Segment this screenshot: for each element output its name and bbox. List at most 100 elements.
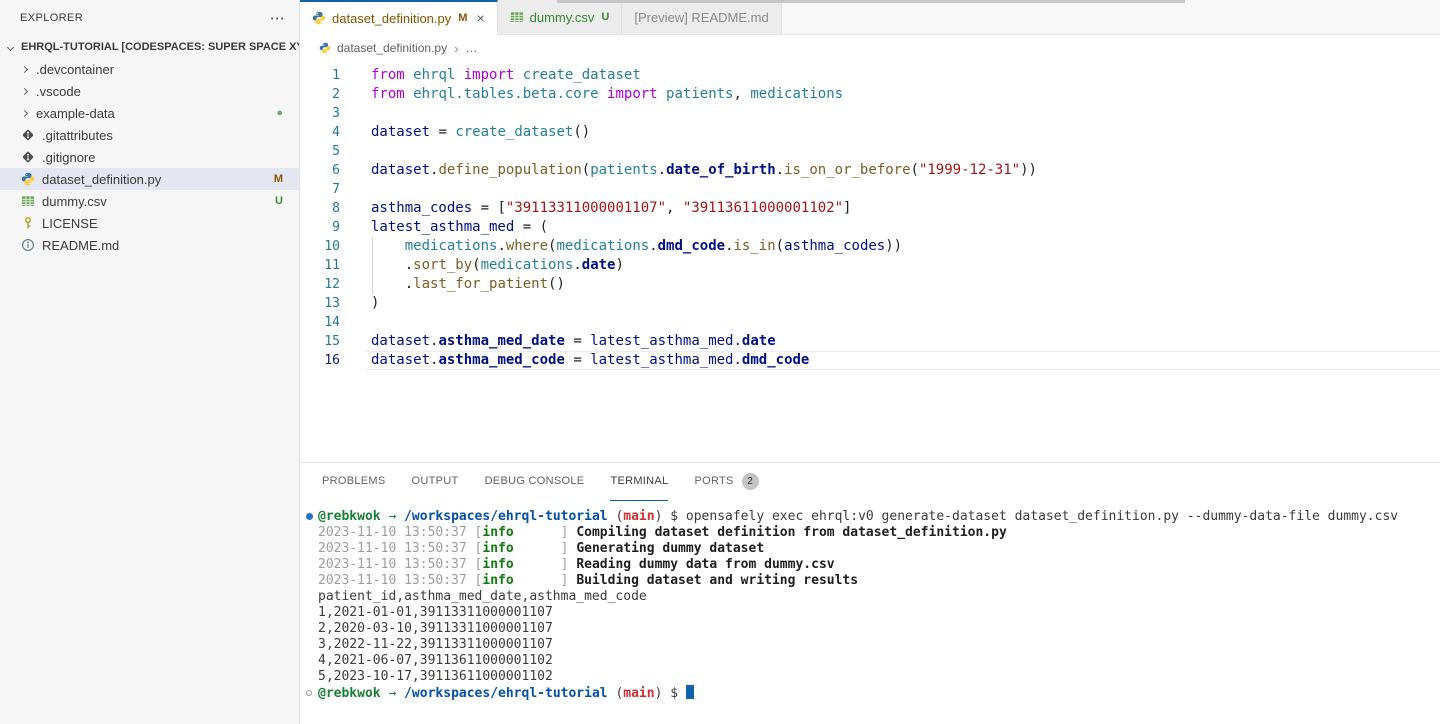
tree-item-gitignore[interactable]: .gitignore [0,146,299,168]
code-line[interactable]: 2from ehrql.tables.beta.core import pati… [300,85,1440,104]
code-line[interactable]: 3 [300,104,1440,123]
key-icon [20,216,36,230]
tree-item-example-data[interactable]: example-data ● [0,102,299,124]
code-line[interactable]: 11 .sort_by(medications.date) [300,256,1440,275]
code-line[interactable]: 9latest_asthma_med = ( [300,218,1440,237]
code-line[interactable]: 1from ehrql import create_dataset [300,66,1440,85]
code-text: ) [371,294,379,313]
code-line[interactable]: 5 [300,142,1440,161]
info-icon [20,238,36,252]
explorer-more-actions-icon[interactable]: ⋯ [270,11,285,26]
tab-dummy-csv[interactable]: dummy.csv U [498,0,623,34]
terminal-line: 4,2021-06-07,39113611000001102 [318,653,1440,669]
code-text: dataset.asthma_med_code = latest_asthma_… [371,351,809,370]
tree-item-vscode[interactable]: .vscode [0,80,299,102]
code-line[interactable]: 13) [300,294,1440,313]
vscode-window: EXPLORER ⋯ EHRQL-TUTORIAL [CODESPACES: S… [0,0,1440,724]
terminal-line: 3,2022-11-22,39113311000001107 [318,637,1440,653]
file-name: .vscode [36,84,283,99]
code-line[interactable]: 16dataset.asthma_med_code = latest_asthm… [300,351,1440,370]
git-changes-dot: ● [276,107,283,119]
python-icon [20,172,36,186]
tree-item-dummy-csv[interactable]: dummy.csvU [0,190,299,212]
tree-item-gitattributes[interactable]: .gitattributes [0,124,299,146]
csv-icon [20,194,36,208]
code-editor[interactable]: 1from ehrql import create_dataset2from e… [300,61,1440,462]
terminal[interactable]: @rebkwok → /workspaces/ehrql-tutorial (m… [300,501,1440,724]
terminal-line: 2023-11-10 13:50:37 [info ] Compiling da… [318,525,1440,541]
panel-tab-label: OUTPUT [412,475,459,487]
code-text: .sort_by(medications.date) [371,256,624,275]
code-line[interactable]: 15 dataset.asthma_med_date = latest_asthm… [300,332,1440,351]
line-number: 10 [300,237,340,256]
terminal-line: @rebkwok → /workspaces/ehrql-tutorial (m… [318,685,1440,701]
code-line[interactable]: 14 [300,313,1440,332]
tab-preview-readme-md[interactable]: [Preview] README.md [622,0,781,34]
code-line[interactable]: 6dataset.define_population(patients.date… [300,161,1440,180]
chevron-right-icon [21,87,28,94]
code-line[interactable]: 8asthma_codes = ["39113311000001107", "3… [300,199,1440,218]
panel-tab-output[interactable]: OUTPUT [412,463,459,501]
command-pending-circle-icon[interactable] [306,690,312,696]
terminal-cursor [686,685,694,699]
git-status-badge: M [458,12,467,24]
file-name: example-data [36,106,268,121]
code-text: from ehrql import create_dataset [371,66,641,85]
editor-area: dataset_definition.py M × dummy.csv U [Previe… [300,0,1440,724]
line-number: 13 [300,294,340,313]
code-text: from ehrql.tables.beta.core import patie… [371,85,843,104]
ports-count-badge: 2 [742,473,759,490]
file-name: .gitignore [42,150,283,165]
csv-icon [510,10,524,24]
tab-dataset-definition-py[interactable]: dataset_definition.py M × [300,0,498,34]
explorer-sidebar: EXPLORER ⋯ EHRQL-TUTORIAL [CODESPACES: S… [0,0,300,724]
breadcrumb-file[interactable]: dataset_definition.py [337,41,447,55]
git-icon [20,128,36,142]
line-number: 12 [300,275,340,294]
line-number: 3 [300,104,340,123]
command-success-dot-icon[interactable] [306,513,313,520]
panel-tabbar: PROBLEMS OUTPUT DEBUG CONSOLE TERMINAL PORTS… [300,463,1440,501]
code-line[interactable]: 12 .last_for_patient() [300,275,1440,294]
tree-item-devcontainer[interactable]: .devcontainer [0,58,299,80]
bottom-panel: PROBLEMS OUTPUT DEBUG CONSOLE TERMINAL PORTS… [300,462,1440,724]
breadcrumb-separator: › [454,41,458,56]
line-number: 11 [300,256,340,275]
tree-item-dataset-definition-py[interactable]: dataset_definition.pyM [0,168,299,190]
tree-item-readme-md[interactable]: README.md [0,234,299,256]
breadcrumb-symbol-path[interactable]: … [465,41,477,55]
git-status-badge: U [601,11,609,23]
tree-item-license[interactable]: LICENSE [0,212,299,234]
tab-label: dataset_definition.py [332,11,451,26]
line-number: 15 [300,332,340,351]
panel-tab-terminal[interactable]: TERMINAL [610,463,668,501]
terminal-line: patient_id,asthma_med_date,asthma_med_co… [318,589,1440,605]
panel-tab-debug-console[interactable]: DEBUG CONSOLE [485,463,585,501]
tabbar-scrollbar[interactable] [557,0,1185,3]
python-icon [312,11,326,25]
panel-tab-label: DEBUG CONSOLE [485,475,585,487]
panel-tab-ports[interactable]: PORTS 2 [694,463,758,501]
terminal-line: 2023-11-10 13:50:37 [info ] Generating d… [318,541,1440,557]
terminal-line: 2023-11-10 13:50:37 [info ] Reading dumm… [318,557,1440,573]
file-tree: .devcontainer .vscode example-data ● .gitatt… [0,58,299,724]
tab-label: dummy.csv [530,10,595,25]
code-line[interactable]: 10 medications.where(medications.dmd_cod… [300,237,1440,256]
breadcrumb: dataset_definition.py › … [300,35,1440,61]
close-icon[interactable]: × [476,11,484,25]
code-text: dataset.define_population(patients.date_… [371,161,1037,180]
file-name: .gitattributes [42,128,283,143]
code-text: .last_for_patient() [371,275,565,294]
line-number: 8 [300,199,340,218]
file-name: .devcontainer [36,62,283,77]
panel-tab-label: PORTS [694,475,733,487]
explorer-root-folder[interactable]: EHRQL-TUTORIAL [CODESPACES: SUPER SPACE … [0,36,299,58]
chevron-right-icon [21,109,28,116]
line-number: 7 [300,180,340,199]
code-line[interactable]: 7 [300,180,1440,199]
line-number: 14 [300,313,340,332]
code-text: dataset.asthma_med_date = latest_asthma_… [371,332,776,351]
editor-tabbar: dataset_definition.py M × dummy.csv U [Previe… [300,0,1440,35]
code-line[interactable]: 4dataset = create_dataset() [300,123,1440,142]
panel-tab-problems[interactable]: PROBLEMS [322,463,386,501]
